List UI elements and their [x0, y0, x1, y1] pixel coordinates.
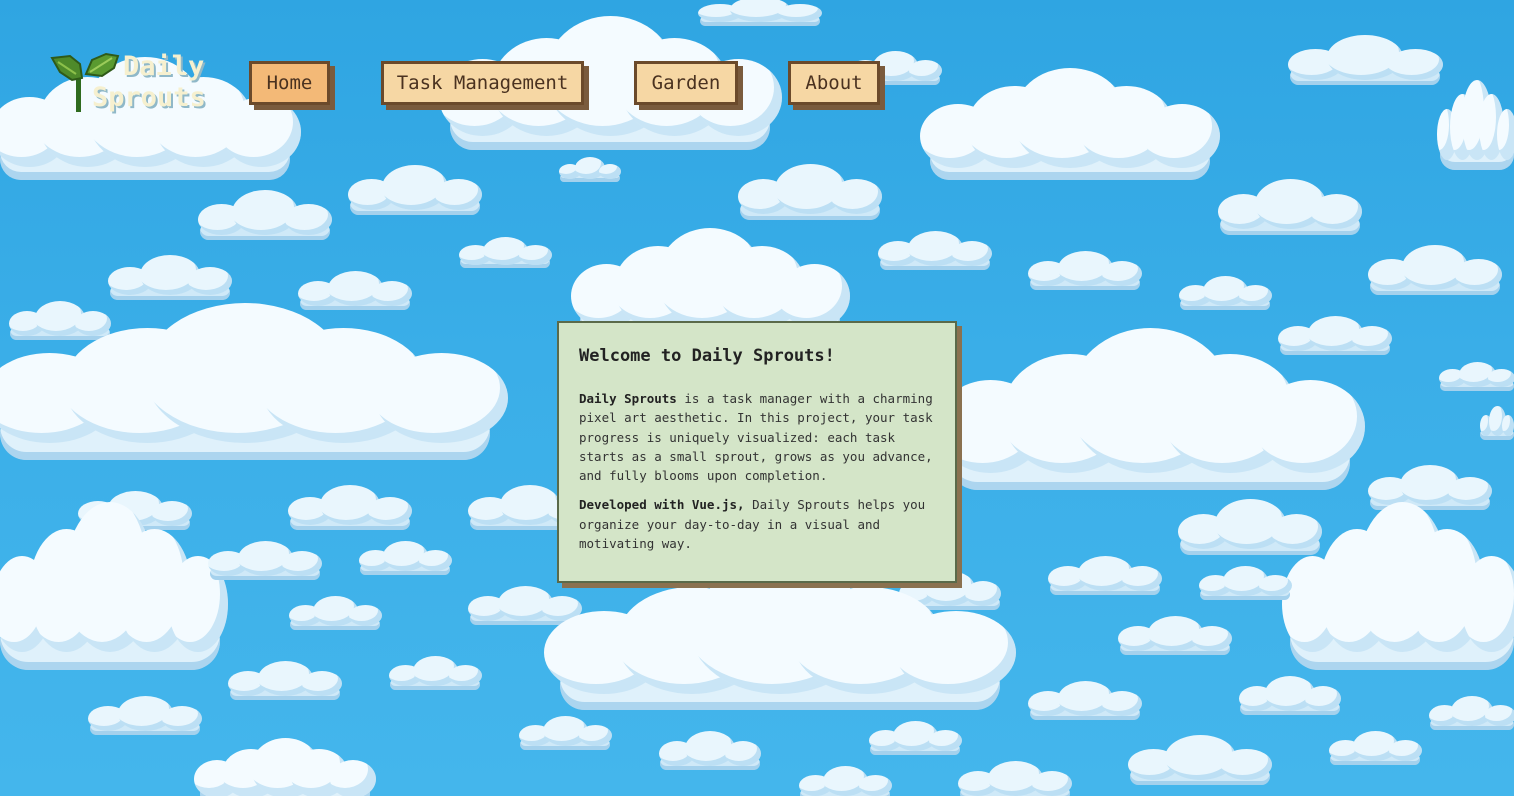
welcome-paragraph-intro: Daily Sprouts is a task manager with a c… — [579, 389, 935, 485]
cloud — [1437, 80, 1514, 170]
cloud — [1239, 676, 1341, 715]
cloud — [459, 237, 552, 268]
cloud — [88, 696, 202, 735]
cloud — [1429, 696, 1514, 730]
cloud — [298, 271, 412, 310]
cloud — [1028, 251, 1142, 290]
cloud — [1439, 362, 1514, 391]
nav-task-management-button[interactable]: Task Management — [381, 61, 584, 105]
cloud — [108, 255, 232, 300]
cloud — [1368, 465, 1492, 510]
cloud — [698, 0, 822, 26]
cloud — [958, 761, 1072, 796]
cloud — [1480, 406, 1514, 440]
cloud — [659, 731, 761, 770]
nav-about-button[interactable]: About — [788, 61, 880, 105]
welcome-paragraph-vue: Developed with Vue.js, Daily Sprouts hel… — [579, 495, 935, 553]
cloud — [519, 716, 612, 750]
cloud — [878, 231, 992, 270]
cloud — [228, 661, 342, 700]
cloud — [1218, 179, 1362, 235]
welcome-title: Welcome to Daily Sprouts! — [579, 346, 835, 366]
logo-text-daily: Daily — [123, 51, 205, 82]
nav-home-button[interactable]: Home — [249, 61, 330, 105]
cloud — [1028, 681, 1142, 720]
cloud — [1288, 35, 1443, 85]
cloud — [1179, 276, 1272, 310]
cloud — [208, 541, 322, 580]
cloud — [799, 766, 892, 796]
cloud — [194, 738, 376, 796]
cloud — [1329, 731, 1422, 765]
cloud — [920, 68, 1220, 180]
cloud — [869, 721, 962, 755]
brand-name-strong: Daily Sprouts — [579, 391, 677, 406]
cloud — [288, 485, 412, 530]
cloud — [738, 164, 882, 220]
cloud — [348, 165, 482, 215]
cloud — [1368, 245, 1502, 295]
vue-strong: Developed with Vue.js, — [579, 497, 745, 513]
cloud — [1048, 556, 1162, 595]
cloud — [1199, 566, 1292, 600]
cloud — [936, 328, 1365, 490]
cloud — [289, 596, 382, 630]
daily-sprouts-logo[interactable]: Daily Sprouts — [50, 50, 210, 116]
cloud — [1282, 502, 1514, 670]
cloud — [0, 502, 228, 670]
cloud — [359, 541, 452, 575]
cloud — [559, 157, 621, 182]
welcome-card: Welcome to Daily Sprouts! Daily Sprouts … — [557, 321, 957, 583]
cloud — [0, 303, 508, 460]
cloud — [1128, 735, 1272, 785]
nav-garden-button[interactable]: Garden — [634, 61, 738, 105]
logo-text-sprouts: Sprouts — [92, 82, 206, 113]
cloud — [198, 190, 332, 240]
cloud — [544, 564, 1016, 710]
cloud — [389, 656, 482, 690]
cloud — [1118, 616, 1232, 655]
